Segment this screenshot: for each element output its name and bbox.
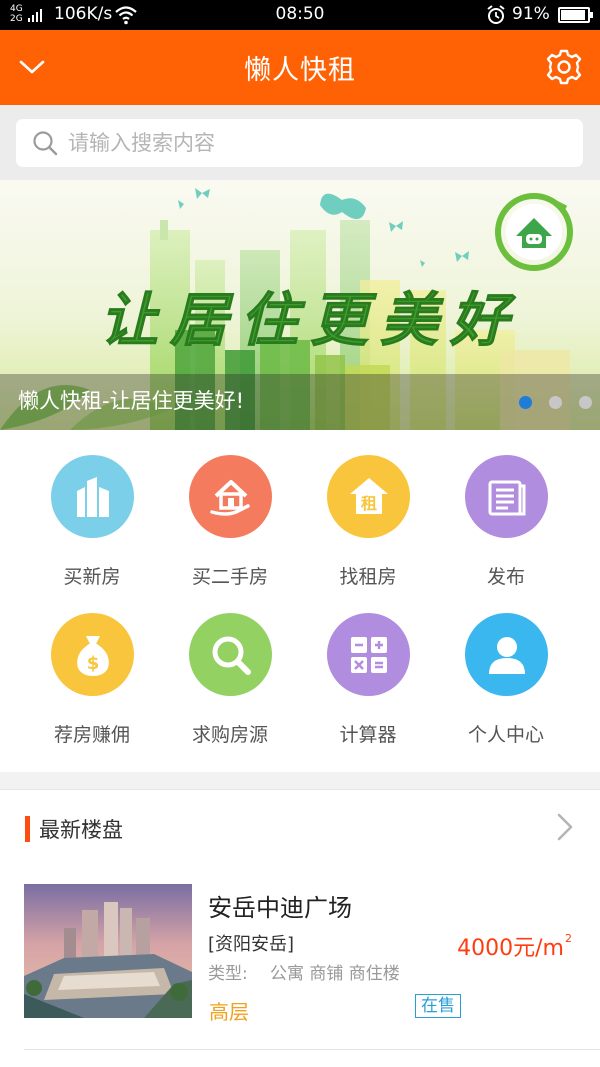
carousel-dots: [519, 396, 592, 409]
search-input[interactable]: [68, 131, 548, 155]
listing-card[interactable]: 安岳中迪广场 [资阳安岳] 类型: 公寓 商铺 商住楼 4000元/m2 高层 …: [0, 874, 600, 1050]
grid-item-label: 发布: [486, 566, 525, 588]
battery-percent: 91%: [512, 4, 550, 24]
grid-item[interactable]: $ 荐房赚佣: [17, 588, 167, 746]
grid-item[interactable]: 计算器: [293, 588, 443, 746]
listing-name: 安岳中迪广场: [208, 894, 352, 922]
document-icon: [465, 455, 548, 538]
chevron-right-icon[interactable]: [550, 810, 580, 844]
grid-item-label: 买二手房: [191, 566, 268, 588]
grid-item[interactable]: 发布: [431, 430, 581, 588]
grid-item[interactable]: 买新房: [17, 430, 167, 588]
grid-item-label: 荐房赚佣: [53, 724, 130, 746]
app-header: 懒人快租: [0, 30, 600, 105]
svg-text:租: 租: [360, 494, 376, 513]
grid-item[interactable]: 买二手房: [155, 430, 305, 588]
listing-floor: 高层: [209, 1000, 249, 1024]
search-icon: [33, 131, 58, 156]
battery-icon: [558, 7, 593, 23]
listing-types: 公寓 商铺 商住楼: [270, 964, 400, 984]
grid-item-label: 找租房: [339, 566, 397, 588]
money-bag-icon: $: [51, 613, 134, 696]
house-hand-icon: [189, 455, 272, 538]
grid-item-label: 买新房: [63, 566, 121, 588]
grid-item-label: 个人中心: [467, 724, 544, 746]
grid-item[interactable]: 个人中心: [431, 588, 581, 746]
grid-item-label: 求购房源: [191, 724, 268, 746]
listing-photo: [24, 884, 192, 1018]
status-badge: 在售: [415, 994, 461, 1018]
latest-section: 最新楼盘 安岳中迪广场 [资阳安岳] 类型: 公寓 商铺 商住楼 4000元/m…: [0, 789, 600, 1067]
banner-carousel[interactable]: 让居住更美好 懒人快租-让居住更美好!: [0, 180, 600, 430]
carousel-dot[interactable]: [579, 396, 592, 409]
clock: 08:50: [275, 4, 325, 24]
listing-price-unit-sup: 2: [565, 932, 572, 945]
status-bar: 4G 2G 106K/s 08:50 91%: [0, 0, 600, 30]
section-title: 最新楼盘: [39, 818, 123, 842]
grid-item[interactable]: 租找租房: [293, 430, 443, 588]
grid-item-label: 计算器: [339, 724, 397, 746]
listing-price-value: 4000元/m: [457, 936, 564, 961]
alarm-icon: [487, 5, 505, 24]
svg-text:$: $: [86, 653, 99, 674]
grid-item[interactable]: 求购房源: [155, 588, 305, 746]
banner-caption: 懒人快租-让居住更美好!: [18, 389, 244, 413]
carousel-dot[interactable]: [519, 396, 532, 409]
search-bar: [0, 105, 600, 180]
search-icon: [189, 613, 272, 696]
user-icon: [465, 613, 548, 696]
listing-area: [资阳安岳]: [208, 934, 295, 955]
calculator-icon: [327, 613, 410, 696]
buildings-icon: [51, 455, 134, 538]
feature-grid: 买新房 买二手房租找租房 发布 $ 荐房赚佣 求购房源 计算器 个人中心: [0, 430, 600, 772]
chevron-down-icon[interactable]: [18, 52, 46, 82]
section-accent-bar: [25, 816, 30, 842]
rent-house-icon: 租: [327, 455, 410, 538]
page-title: 懒人快租: [244, 55, 356, 86]
divider: [24, 1049, 600, 1050]
svg-text:让居住更美好: 让居住更美好: [100, 286, 520, 354]
gear-icon[interactable]: [545, 48, 583, 86]
carousel-dot[interactable]: [549, 396, 562, 409]
listing-price: 4000元/m2: [457, 930, 572, 962]
search-box[interactable]: [16, 119, 583, 167]
battery-fill: [561, 10, 585, 20]
listing-type-label: 类型:: [208, 964, 248, 984]
